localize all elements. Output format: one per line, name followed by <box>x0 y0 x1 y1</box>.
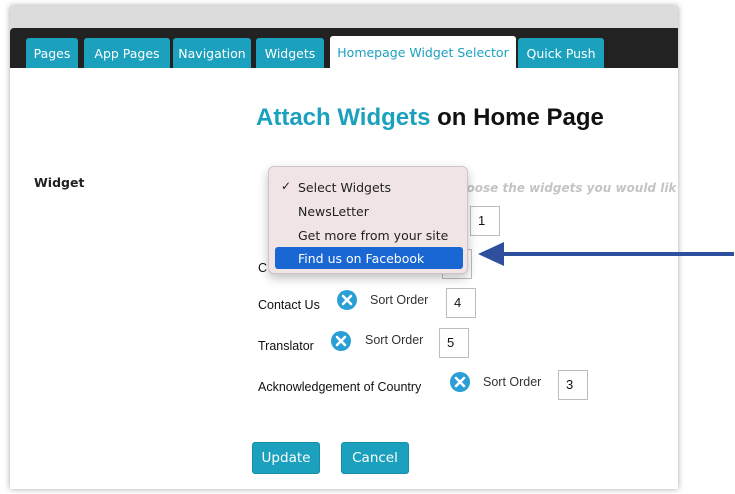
dropdown-option-facebook[interactable]: Find us on Facebook <box>275 247 463 269</box>
sort-order-label: Sort Order <box>483 375 542 389</box>
sort-order-input-hidden-1[interactable]: 1 <box>470 206 500 236</box>
close-circle-icon <box>341 294 353 306</box>
dropdown-option-label: NewsLetter <box>298 203 369 219</box>
sort-order-label: Sort Order <box>365 333 424 347</box>
page-title-accent: Attach Widgets <box>256 104 431 131</box>
dropdown-option-newsletter[interactable]: NewsLetter <box>275 200 463 222</box>
widget-field-label: Widget <box>34 175 85 190</box>
remove-widget-button[interactable] <box>331 331 351 351</box>
close-circle-icon <box>454 376 466 388</box>
sort-order-input[interactable]: 3 <box>558 370 588 400</box>
dropdown-option-label: Select Widgets <box>298 179 392 195</box>
tab-navigation[interactable]: Navigation <box>173 38 251 68</box>
widget-select-dropdown[interactable]: ✓ Select Widgets NewsLetter Get more fro… <box>268 166 468 274</box>
remove-widget-button[interactable] <box>450 372 470 392</box>
widget-hint-text: hoose the widgets you would lik <box>458 181 677 195</box>
hidden-row-label: C <box>258 261 268 275</box>
tab-quick-push[interactable]: Quick Push <box>518 38 604 68</box>
widget-row-label: Contact Us <box>258 298 320 312</box>
widget-row-label: Translator <box>258 339 314 353</box>
widget-row-label: Acknowledgement of Country <box>258 380 422 394</box>
tab-widgets[interactable]: Widgets <box>256 38 324 68</box>
cancel-button[interactable]: Cancel <box>341 442 409 474</box>
arrow-left-icon <box>478 242 734 266</box>
tab-app-pages[interactable]: App Pages <box>84 38 170 68</box>
dropdown-option-label: Get more from your site <box>298 227 449 243</box>
dropdown-option-label: Find us on Facebook <box>298 250 425 266</box>
close-circle-icon <box>335 335 347 347</box>
sort-order-label: Sort Order <box>370 293 429 307</box>
dropdown-option-select-widgets[interactable]: ✓ Select Widgets <box>275 176 463 198</box>
sort-order-input[interactable]: 4 <box>446 288 476 318</box>
update-button[interactable]: Update <box>252 442 320 474</box>
dropdown-option-get-more[interactable]: Get more from your site <box>275 224 463 246</box>
tab-homepage-widget-selector[interactable]: Homepage Widget Selector <box>330 36 516 69</box>
tab-pages[interactable]: Pages <box>26 38 78 68</box>
page-title-rest: on Home Page <box>437 104 604 131</box>
sort-order-input[interactable]: 5 <box>439 328 469 358</box>
checkmark-icon: ✓ <box>281 179 292 193</box>
remove-widget-button[interactable] <box>337 290 357 310</box>
page-title: Attach Widgets on Home Page <box>256 104 604 132</box>
